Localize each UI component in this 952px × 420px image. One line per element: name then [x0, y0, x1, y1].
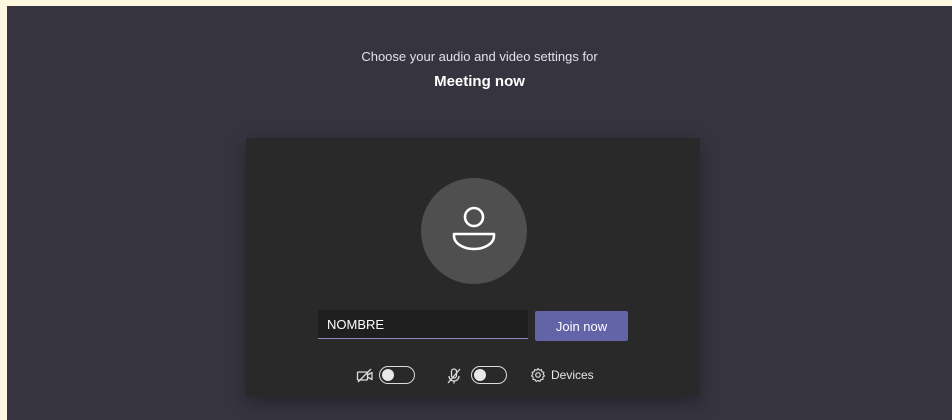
mic-toggle-knob: [474, 368, 486, 381]
settings-subtitle: Choose your audio and video settings for: [361, 49, 598, 64]
camera-toggle[interactable]: [379, 366, 415, 384]
meeting-title: Meeting now: [434, 73, 525, 90]
join-now-button[interactable]: Join now: [535, 311, 628, 341]
camera-toggle-knob: [382, 368, 394, 381]
mic-toggle[interactable]: [471, 366, 507, 384]
devices-label: Devices: [551, 368, 594, 382]
person-icon: [452, 206, 496, 251]
gear-icon: [530, 367, 546, 383]
video-off-icon: [356, 368, 373, 383]
name-input[interactable]: [318, 310, 528, 339]
prejoin-screen: Choose your audio and video settings for…: [7, 6, 952, 420]
avatar: [421, 178, 527, 284]
prejoin-card: Join now: [246, 138, 700, 396]
mic-off-icon: [447, 368, 461, 384]
device-controls: Devices: [246, 364, 700, 388]
